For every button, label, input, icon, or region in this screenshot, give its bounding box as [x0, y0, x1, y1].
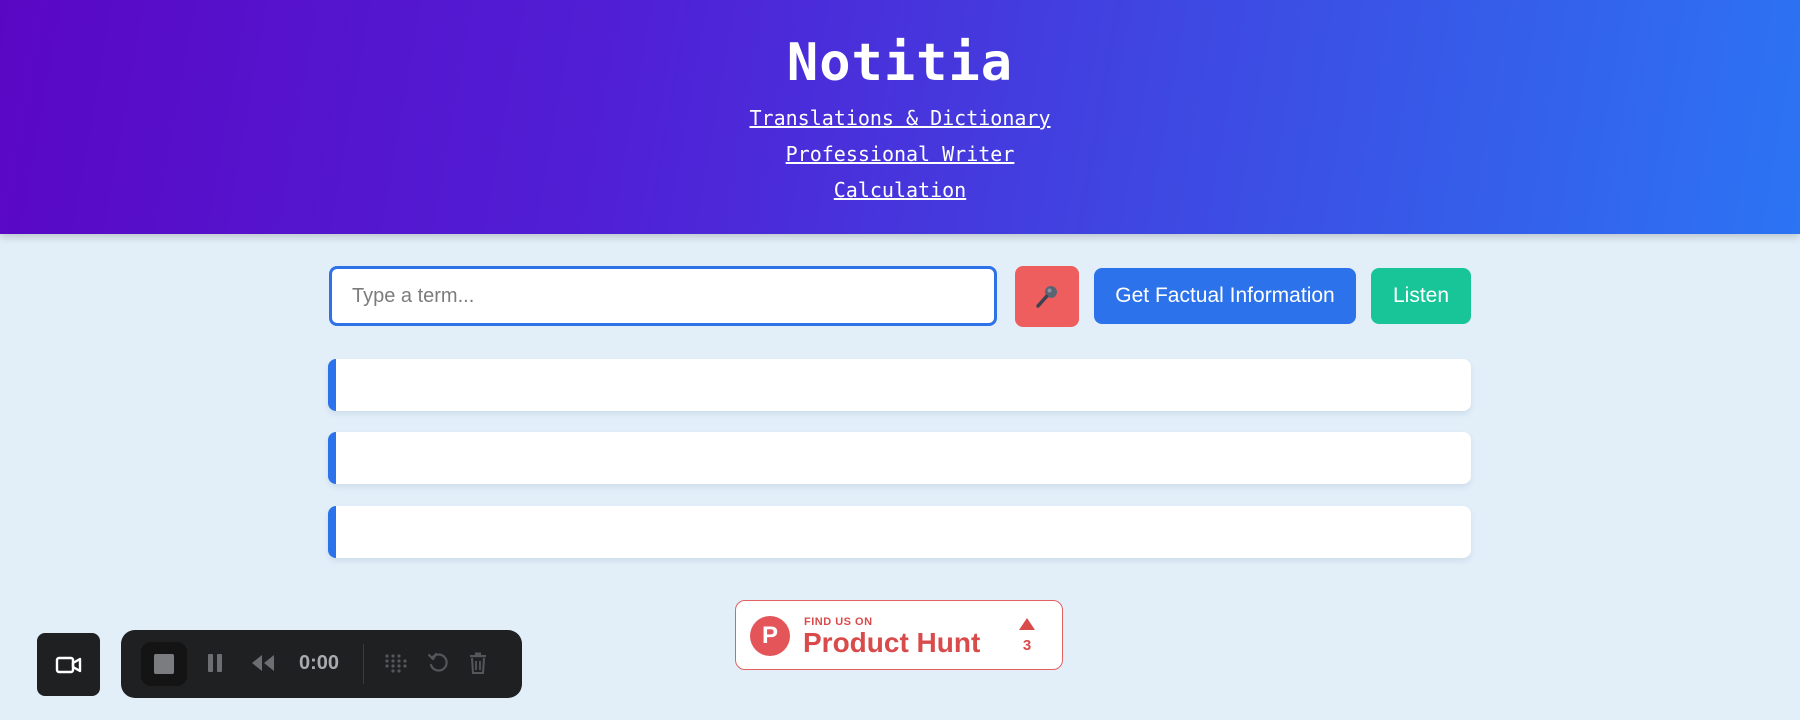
grid-icon[interactable]	[383, 652, 407, 674]
upvote-count: 3	[1022, 637, 1032, 654]
video-camera-button[interactable]	[37, 633, 100, 696]
product-hunt-name: Product Hunt	[803, 627, 981, 658]
result-card	[328, 432, 1471, 484]
listen-button[interactable]: Listen	[1371, 268, 1471, 324]
toolbar-divider	[363, 644, 364, 684]
app-header: Notitia Translations & Dictionary Profes…	[0, 0, 1800, 234]
stop-icon	[154, 654, 174, 674]
recording-timer: 0:00	[299, 652, 340, 674]
video-camera-icon	[55, 656, 81, 673]
get-factual-information-button[interactable]: Get Factual Information	[1094, 268, 1356, 324]
nav-link-professional-writer-label[interactable]: Professional Writer	[786, 142, 1015, 166]
pause-icon[interactable]	[206, 652, 224, 674]
get-factual-information-label: Get Factual Information	[1115, 284, 1335, 307]
nav-link-translations-label[interactable]: Translations & Dictionary	[749, 106, 1050, 130]
product-hunt-badge[interactable]: P FIND US ON Product Hunt 3	[735, 600, 1063, 670]
stop-button[interactable]	[141, 642, 187, 686]
nav-link-translations: Translations & Dictionary	[0, 105, 1800, 131]
product-hunt-logo-letter: P	[761, 622, 778, 649]
rewind-icon[interactable]	[250, 652, 276, 674]
result-card	[328, 359, 1471, 411]
product-hunt-logo: P	[750, 616, 790, 656]
trash-icon[interactable]	[468, 652, 488, 674]
nav-link-professional-writer: Professional Writer	[0, 141, 1800, 167]
reset-icon[interactable]	[427, 652, 449, 674]
upvote-arrow-icon	[1019, 618, 1035, 630]
app-title: Notitia	[786, 33, 1014, 93]
listen-label: Listen	[1392, 284, 1450, 307]
nav-link-calculation: Calculation	[0, 177, 1800, 203]
microphone-button[interactable]	[1015, 266, 1079, 327]
search-input[interactable]	[329, 266, 997, 326]
microphone-icon	[1036, 285, 1057, 308]
result-card	[328, 506, 1471, 558]
nav-link-calculation-label[interactable]: Calculation	[834, 178, 966, 202]
recording-toolbar: 0:00	[121, 630, 522, 698]
